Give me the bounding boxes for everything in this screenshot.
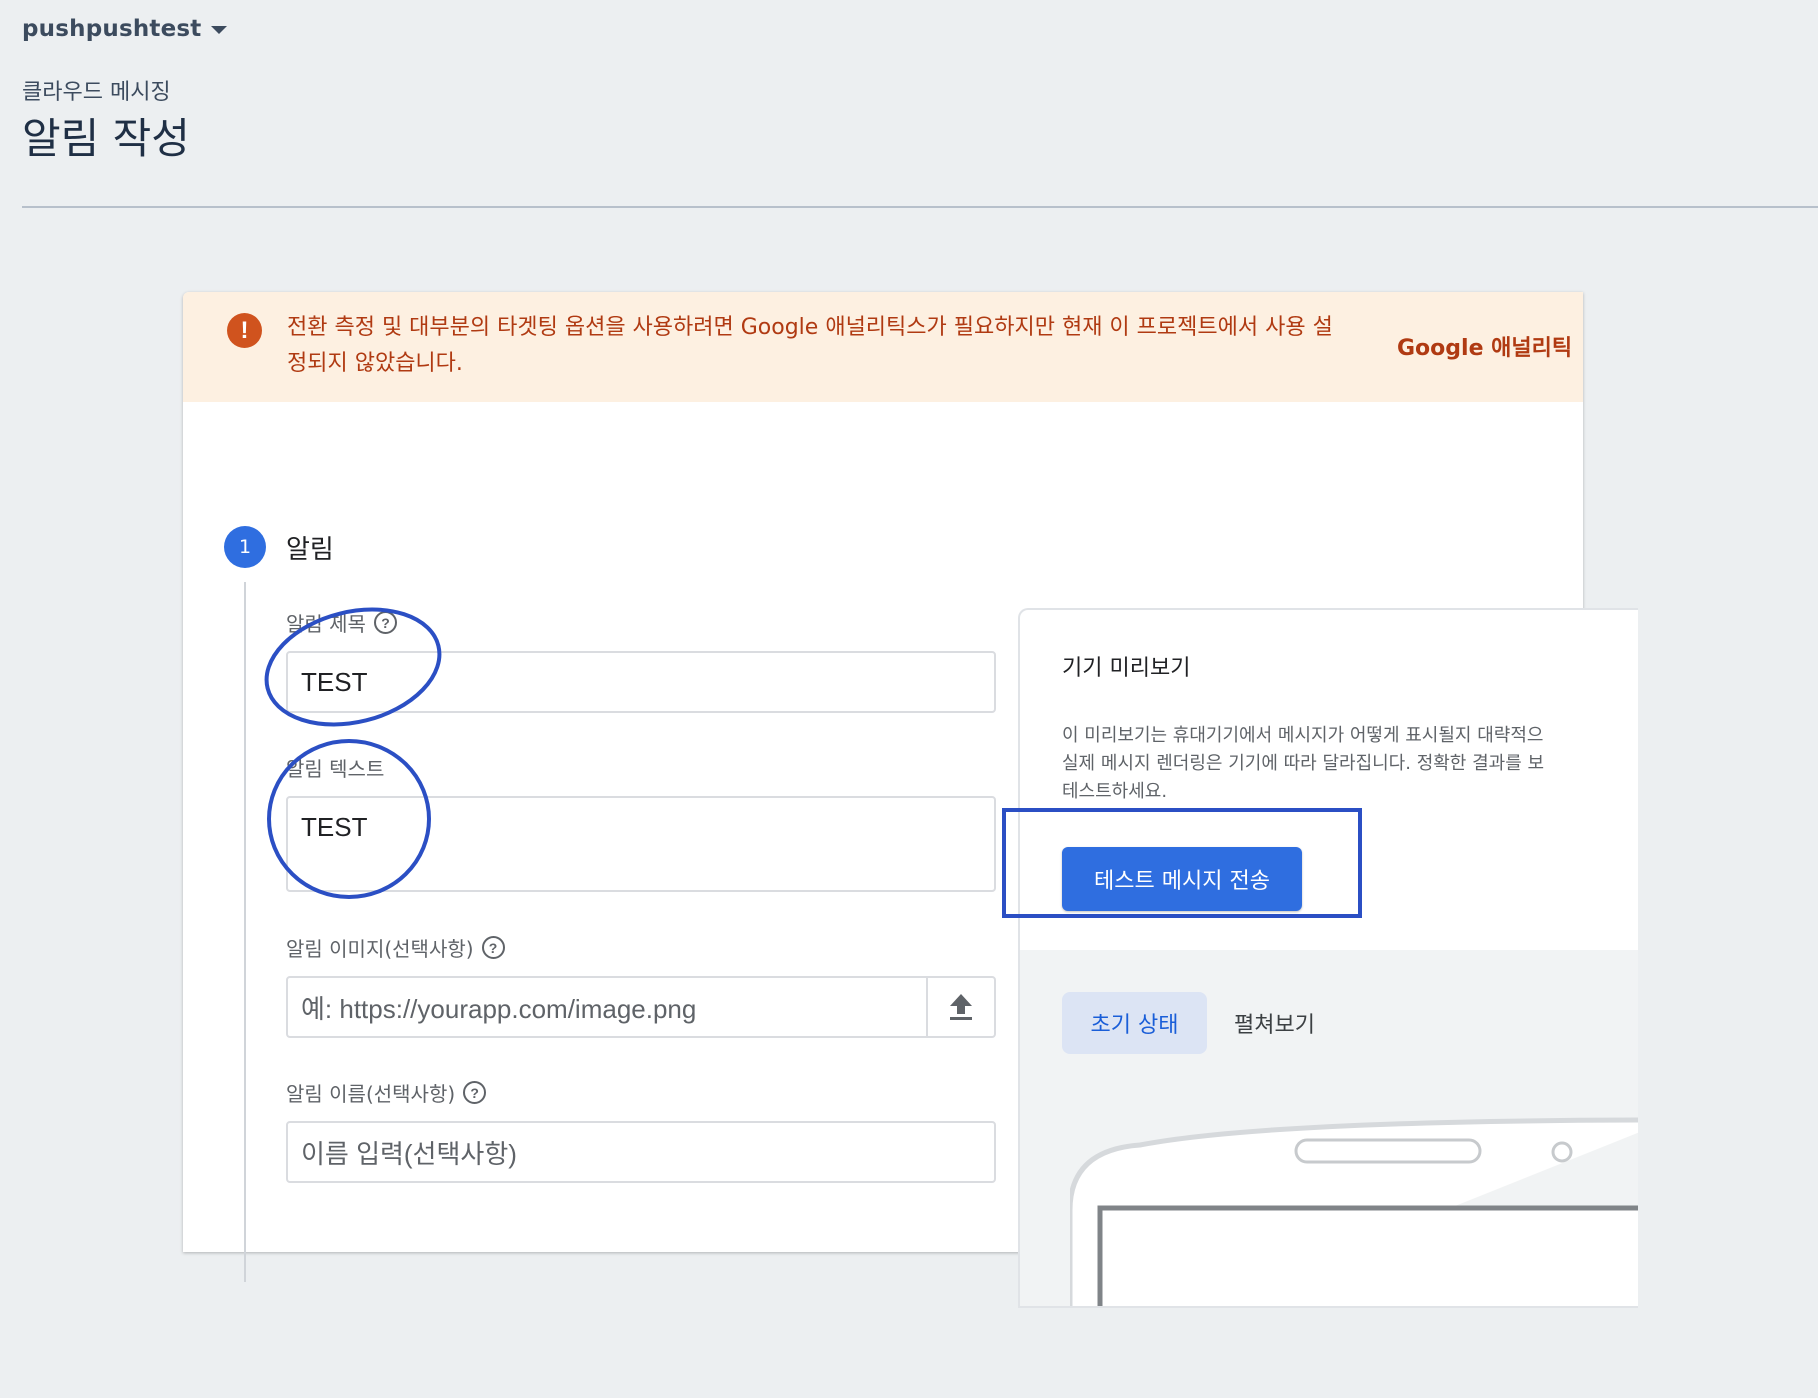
caret-down-icon [211,26,228,34]
device-preview-description: 이 미리보기는 휴대기기에서 메시지가 어떻게 표시될지 대략적으 실제 메시지… [1062,722,1622,806]
warning-text: 전환 측정 및 대부분의 타겟팅 옵션을 사용하려면 Google 애널리틱스가… [287,315,1333,376]
notification-name-input[interactable]: 이름 입력(선택사항) [286,1121,996,1183]
step-connector-line [244,582,246,1282]
notification-title-label-text: 알림 제목 [286,612,366,636]
notification-name-label-text: 알림 이름(선택사항) [286,1082,456,1106]
preview-description-line: 이 미리보기는 휴대기기에서 메시지가 어떻게 표시될지 대략적으 [1062,725,1544,746]
notification-text-input[interactable]: TEST [286,796,996,892]
breadcrumb[interactable]: 클라우드 메시징 [22,74,171,106]
device-preview-title: 기기 미리보기 [1062,656,1191,681]
preview-display-area: 초기 상태 펼쳐보기 [1020,950,1638,1306]
phone-mockup [1070,1117,1638,1306]
help-icon[interactable]: ? [463,1081,487,1104]
send-test-message-button[interactable]: 테스트 메시지 전송 [1062,847,1302,911]
step-number-badge: 1 [224,526,266,568]
device-preview-panel: 기기 미리보기 이 미리보기는 휴대기기에서 메시지가 어떻게 표시될지 대략적… [1018,608,1638,1308]
page-title: 알림 작성 [22,114,190,163]
tab-expanded-view[interactable]: 펼쳐보기 [1234,992,1315,1054]
notification-name-label: 알림 이름(선택사항) ? [286,1078,487,1107]
notification-image-label: 알림 이미지(선택사항) ? [286,933,505,962]
notification-text-label-text: 알림 텍스트 [286,757,385,781]
notification-image-input[interactable]: 예: https://yourapp.com/image.png [286,976,996,1038]
notification-text-label: 알림 텍스트 [286,753,384,782]
help-icon[interactable]: ? [373,611,397,634]
enable-analytics-link[interactable]: Google 애널리틱 [1397,330,1572,362]
tab-initial-state[interactable]: 초기 상태 [1062,992,1207,1054]
notification-image-label-text: 알림 이미지(선택사항) [286,937,474,961]
preview-description-line: 테스트하세요. [1062,781,1168,802]
notification-title-label: 알림 제목 ? [286,608,397,637]
step-title[interactable]: 알림 [286,529,334,566]
analytics-warning-banner: ! 전환 측정 및 대부분의 타겟팅 옵션을 사용하려면 Google 애널리틱… [183,292,1583,402]
upload-icon [950,994,972,1020]
notification-image-placeholder: 예: https://yourapp.com/image.png [301,993,697,1024]
exclamation-icon: ! [227,313,262,348]
preview-description-line: 실제 메시지 렌더링은 기기에 따라 달라집니다. 정확한 결과를 보 [1062,753,1545,774]
help-icon[interactable]: ? [481,936,505,959]
notification-title-input[interactable]: TEST [286,651,996,713]
project-name: pushpushtest [22,16,202,42]
project-switcher[interactable]: pushpushtest [22,12,228,46]
compose-card: ! 전환 측정 및 대부분의 타겟팅 옵션을 사용하려면 Google 애널리틱… [183,292,1638,1308]
upload-button[interactable] [926,978,994,1036]
header-divider [22,206,1818,208]
